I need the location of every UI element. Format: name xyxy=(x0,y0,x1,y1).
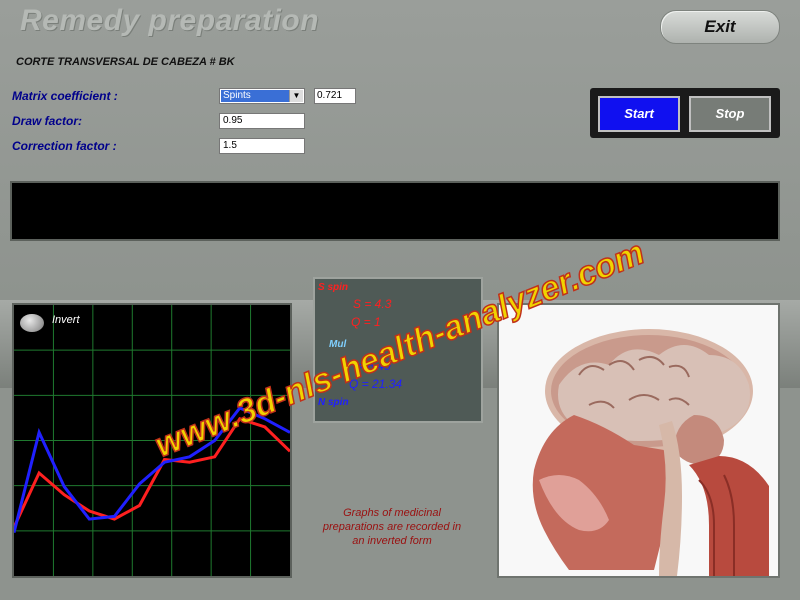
mid-spin-label: Mul xyxy=(329,339,347,350)
graph-caption: Graphs of medicinal preparations are rec… xyxy=(292,506,492,578)
draw-factor-label: Draw factor: xyxy=(12,114,83,128)
draw-factor-input[interactable]: 0.95 xyxy=(219,113,305,129)
matrix-coefficient-select[interactable]: Spints ▼ xyxy=(219,88,305,104)
stop-button[interactable]: Stop xyxy=(689,96,771,132)
start-button[interactable]: Start xyxy=(598,96,680,132)
correction-factor-label: Correction factor : xyxy=(12,139,117,153)
anatomy-image-panel xyxy=(497,303,780,578)
invert-toggle[interactable] xyxy=(20,314,44,332)
correction-factor-input[interactable]: 1.5 xyxy=(219,138,305,154)
caption-line-1: Graphs of medicinal xyxy=(343,507,441,519)
caption-line-3: an inverted form xyxy=(352,535,432,547)
window-title: Remedy preparation xyxy=(20,4,320,37)
s-spin-label: S spin xyxy=(318,282,349,293)
chevron-down-icon[interactable]: ▼ xyxy=(289,90,303,102)
s-value: S = 4.3 xyxy=(353,297,392,311)
matrix-select-value: Spints xyxy=(221,90,291,102)
matrix-coefficient-value[interactable]: 0.721 xyxy=(314,88,356,104)
q1-value: Q = 1 xyxy=(351,315,381,329)
caption-line-2: preparations are recorded in xyxy=(322,521,462,533)
invert-label: Invert xyxy=(52,314,80,326)
exit-button[interactable]: Exit xyxy=(660,10,780,44)
head-cross-section-image xyxy=(532,329,769,576)
matrix-coefficient-label: Matrix coefficient : xyxy=(12,89,118,103)
subject-title: CORTE TRANSVERSAL DE CABEZA # BK xyxy=(16,56,235,68)
